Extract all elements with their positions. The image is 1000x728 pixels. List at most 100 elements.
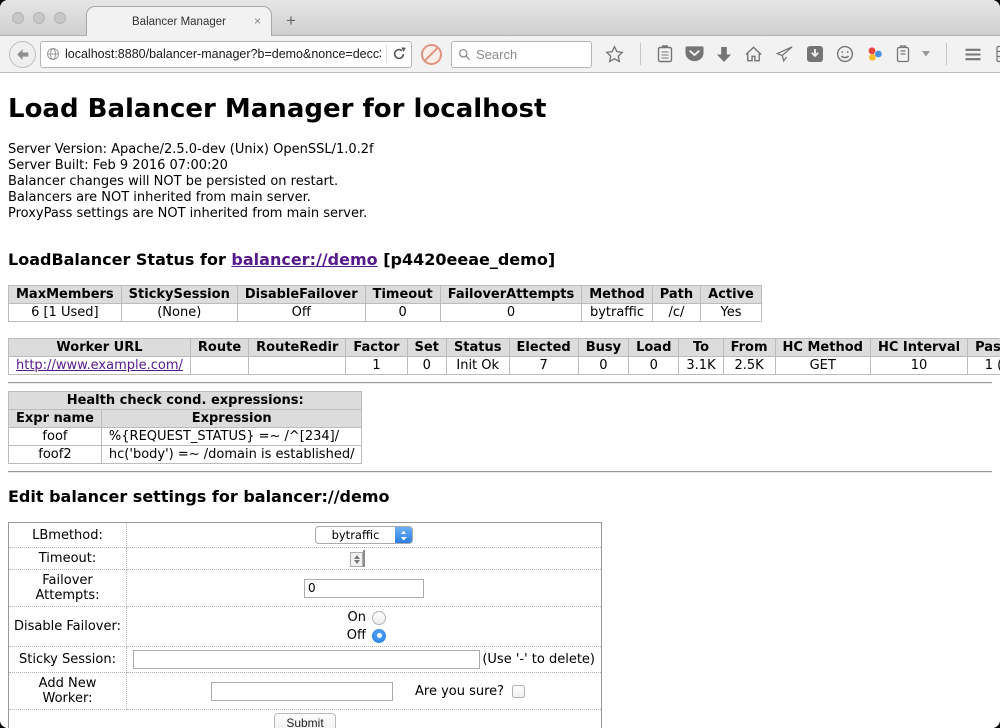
add-worker-label: Add New Worker: [9, 673, 127, 710]
table-title-row: Health check cond. expressions: [9, 392, 362, 410]
col-disablefailover: DisableFailover [237, 286, 365, 304]
col-routeredir: RouteRedir [249, 339, 346, 357]
table-header-row: MaxMembers StickySession DisableFailover… [9, 286, 762, 304]
balancer-link[interactable]: balancer://demo [231, 250, 377, 269]
col-timeout: Timeout [365, 286, 440, 304]
cell-path: /c/ [652, 304, 700, 322]
col-active: Active [701, 286, 762, 304]
cell-stickysession: (None) [121, 304, 237, 322]
confirm-label: Are you sure? [415, 684, 504, 699]
col-path: Path [652, 286, 700, 304]
download-icon[interactable] [716, 46, 732, 63]
cell-timeout: 0 [365, 304, 440, 322]
tab-balancer-manager[interactable]: Balancer Manager × [86, 6, 272, 36]
worker-url-link[interactable]: http://www.example.com/ [16, 358, 183, 373]
persist-note-line: Balancer changes will NOT be persisted o… [8, 174, 992, 190]
save-page-icon[interactable] [806, 45, 824, 63]
col-route: Route [190, 339, 248, 357]
radio-on[interactable] [372, 611, 386, 625]
col-hc-method: HC Method [775, 339, 870, 357]
cell-routeredir [249, 357, 346, 375]
cell-to: 3.1K [679, 357, 723, 375]
toolbar-icons [605, 43, 1000, 65]
reading-list-icon[interactable] [657, 45, 673, 63]
browser-window: Balancer Manager × + localhost:8880/bala… [0, 0, 1000, 728]
page-title: Load Balancer Manager for localhost [8, 94, 992, 124]
table-row: foof %{REQUEST_STATUS} =~ /^[234]/ [9, 428, 362, 446]
minimize-window-button[interactable] [33, 12, 45, 24]
window-controls [12, 12, 66, 24]
home-icon[interactable] [744, 45, 763, 63]
proxypass-note-line: ProxyPass settings are NOT inherited fro… [8, 206, 992, 222]
add-worker-input[interactable] [211, 682, 393, 701]
close-window-button[interactable] [12, 12, 24, 24]
health-check-table: Health check cond. expressions: Expr nam… [8, 391, 362, 464]
sticky-session-input[interactable] [133, 650, 480, 669]
navigation-toolbar: localhost:8880/balancer-manager?b=demo&n… [0, 36, 1000, 73]
send-icon[interactable] [775, 45, 794, 63]
status-heading-suffix: [p4420eeae_demo] [378, 250, 556, 269]
confirm-group: Are you sure? [415, 684, 525, 699]
fullscreen-window-button[interactable] [54, 12, 66, 24]
balancer-status-table: MaxMembers StickySession DisableFailover… [8, 285, 762, 322]
server-version-line: Server Version: Apache/2.5.0-dev (Unix) … [8, 142, 992, 158]
disable-failover-label: Disable Failover: [9, 607, 127, 647]
url-bar[interactable]: localhost:8880/balancer-manager?b=demo&n… [40, 41, 412, 68]
star-icon[interactable] [605, 45, 624, 64]
col-worker-url: Worker URL [9, 339, 191, 357]
pocket-icon[interactable] [685, 45, 704, 63]
globe-icon [46, 47, 60, 61]
form-row-add-worker: Add New Worker: Are you sure? [9, 673, 602, 710]
url-text[interactable]: localhost:8880/balancer-manager?b=demo&n… [65, 47, 381, 61]
form-row-submit: Submit [9, 710, 602, 728]
back-button[interactable] [9, 41, 36, 68]
server-info: Server Version: Apache/2.5.0-dev (Unix) … [8, 142, 992, 222]
menu-icon[interactable] [963, 47, 983, 62]
tab-close-icon[interactable]: × [254, 14, 261, 28]
health-table-title: Health check cond. expressions: [9, 392, 362, 410]
search-icon [458, 48, 471, 61]
confirm-checkbox[interactable] [512, 685, 525, 698]
reload-icon[interactable] [392, 47, 406, 61]
block-plugin-icon[interactable] [421, 44, 442, 65]
chevron-down-icon[interactable] [922, 51, 930, 57]
form-row-lbmethod: LBmethod: bytraffic [9, 523, 602, 548]
inherit-note-line: Balancers are NOT inherited from main se… [8, 190, 992, 206]
submit-button[interactable]: Submit [274, 713, 335, 728]
toolbar-divider [946, 43, 947, 65]
cell-active: Yes [701, 304, 762, 322]
form-row-timeout: Timeout: [9, 548, 602, 570]
select-arrows-icon [395, 527, 412, 543]
section-divider [8, 471, 992, 473]
timeout-field-wrap [363, 550, 365, 567]
cell-disablefailover: Off [237, 304, 365, 322]
cell-passes: 1 (0) [968, 357, 1000, 375]
colors-icon[interactable] [866, 45, 884, 63]
cell-expression: %{REQUEST_STATUS} =~ /^[234]/ [101, 428, 362, 446]
cell-failoverattempts: 0 [440, 304, 582, 322]
col-to: To [679, 339, 723, 357]
cell-expr-name: foof2 [9, 446, 102, 464]
chat-icon[interactable] [836, 45, 854, 63]
new-tab-button[interactable]: + [286, 11, 296, 31]
col-load: Load [629, 339, 679, 357]
form-row-failover: Failover Attempts: [9, 570, 602, 607]
tab-title: Balancer Manager [132, 16, 226, 28]
urlbar-divider [386, 45, 387, 63]
failover-attempts-input[interactable] [304, 579, 424, 598]
tiles-icon[interactable] [995, 45, 1000, 63]
container-icon[interactable] [896, 45, 910, 63]
lbmethod-selected-value: bytraffic [316, 527, 395, 543]
col-maxmembers: MaxMembers [9, 286, 122, 304]
col-status: Status [446, 339, 509, 357]
number-spinner-icon[interactable] [350, 552, 363, 567]
radio-off[interactable] [372, 629, 386, 643]
form-row-disable-failover: Disable Failover: On Off [9, 607, 602, 647]
lbmethod-label: LBmethod: [9, 523, 127, 548]
cell-load: 0 [629, 357, 679, 375]
search-bar[interactable] [451, 41, 592, 68]
cell-expr-name: foof [9, 428, 102, 446]
lbmethod-select[interactable]: bytraffic [315, 526, 413, 544]
search-input[interactable] [476, 47, 576, 62]
cell-method: bytraffic [582, 304, 652, 322]
